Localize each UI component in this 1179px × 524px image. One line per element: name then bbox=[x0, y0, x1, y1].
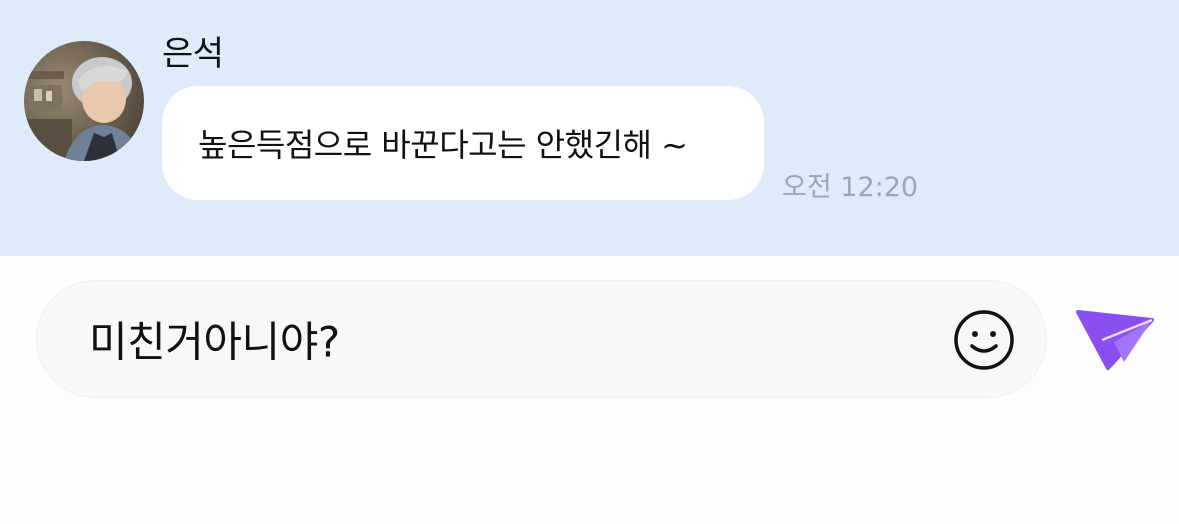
sender-avatar[interactable] bbox=[24, 41, 144, 161]
message-input[interactable]: 미친거아니야? bbox=[36, 280, 1047, 398]
sender-name: 은석 bbox=[162, 34, 224, 74]
message-timestamp: 오전 12:20 bbox=[782, 172, 919, 203]
avatar-photo bbox=[24, 41, 144, 161]
chat-message-area: 은석 높은득점으로 바꾼다고는 안했긴해 ~ 오전 12:20 bbox=[0, 0, 1179, 256]
paper-plane-icon[interactable] bbox=[1074, 306, 1154, 372]
message-bubble[interactable]: 높은득점으로 바꾼다고는 안했긴해 ~ bbox=[162, 86, 764, 200]
smiley-face-icon[interactable] bbox=[953, 309, 1015, 371]
message-composer: 미친거아니야? bbox=[0, 256, 1179, 524]
message-input-value: 미친거아니야? bbox=[89, 317, 340, 367]
message-text: 높은득점으로 바꾼다고는 안했긴해 ~ bbox=[198, 126, 688, 164]
